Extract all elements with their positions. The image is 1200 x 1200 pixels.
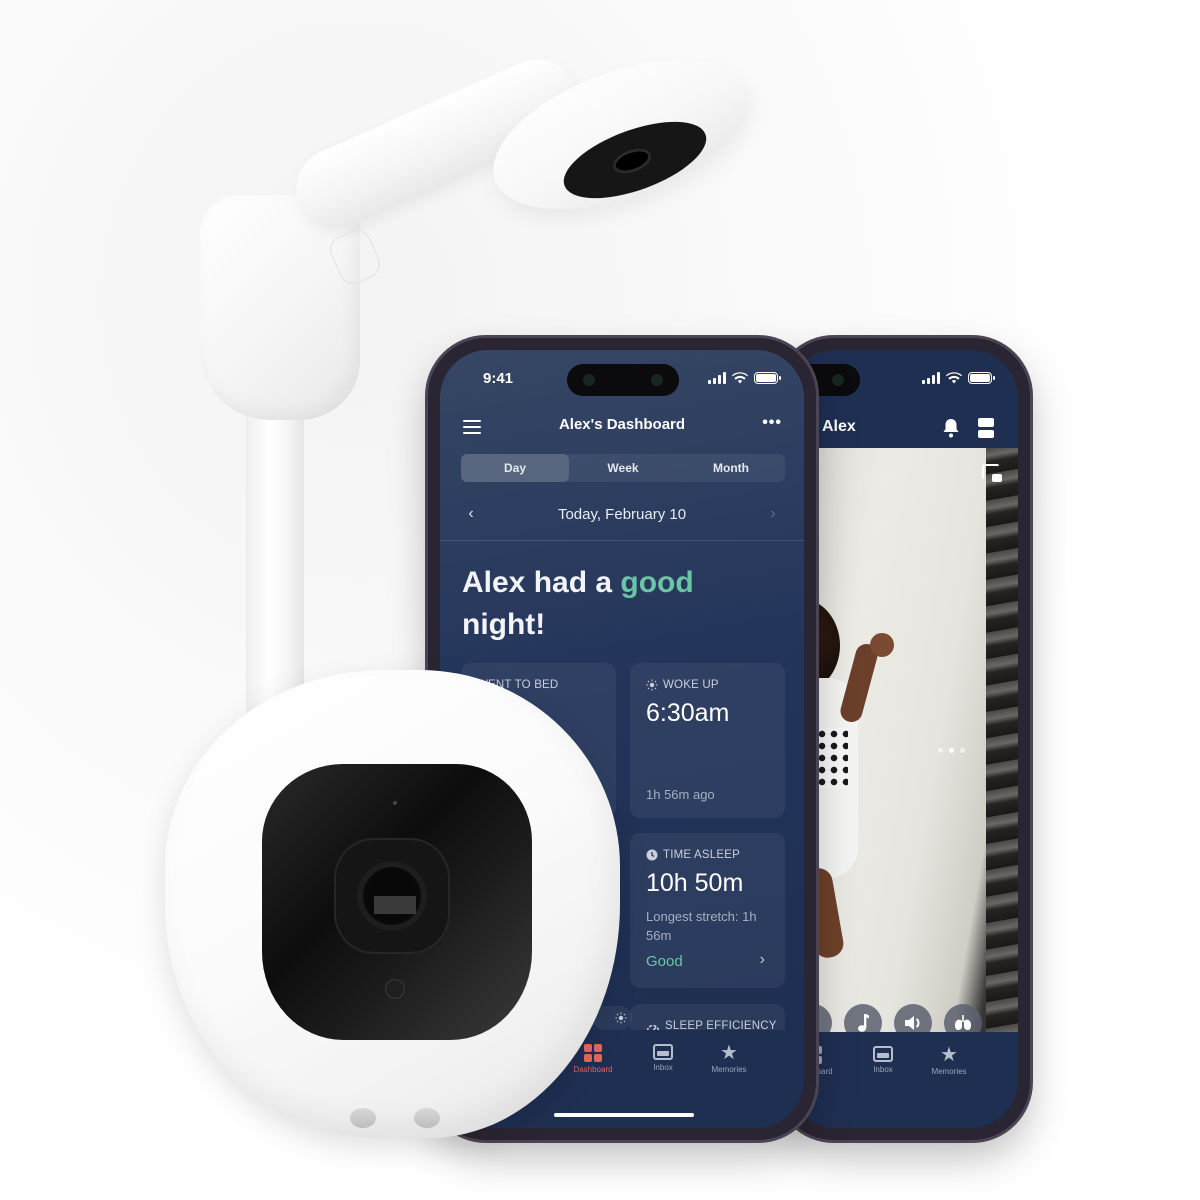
signal-icon bbox=[708, 372, 726, 384]
woke-up-ago: 1h 56m ago bbox=[646, 787, 715, 802]
battery-icon bbox=[754, 372, 781, 384]
longest-stretch: Longest stretch: 1h 56m bbox=[646, 909, 757, 943]
status-time: 9:41 bbox=[483, 370, 514, 387]
child-name: Alex bbox=[822, 418, 856, 435]
tab-memories[interactable]: ★ Memories bbox=[914, 1044, 984, 1076]
time-asleep-status: Good bbox=[646, 953, 683, 970]
picture-in-picture-icon[interactable] bbox=[982, 464, 1002, 482]
star-icon: ★ bbox=[720, 1042, 738, 1064]
layout-icon[interactable] bbox=[978, 418, 994, 438]
more-horizontal-icon[interactable]: ••• bbox=[762, 414, 782, 432]
sun-icon bbox=[615, 1012, 627, 1024]
tab-inbox[interactable]: Inbox bbox=[628, 1044, 698, 1072]
tab-memories[interactable]: ★ Memories bbox=[694, 1042, 764, 1074]
tab-month[interactable]: Month bbox=[677, 454, 785, 482]
battery-icon bbox=[968, 372, 995, 384]
wifi-icon bbox=[946, 372, 962, 384]
lens-reflection bbox=[374, 896, 416, 914]
summary-rating: good bbox=[620, 566, 694, 599]
dynamic-island bbox=[567, 364, 679, 396]
camera-feet bbox=[350, 1108, 440, 1130]
microphone-hole bbox=[393, 801, 397, 805]
time-asleep-value: 10h 50m bbox=[646, 869, 744, 897]
page-title: Alex's Dashboard bbox=[558, 416, 686, 433]
chevron-left-icon[interactable]: ‹ bbox=[461, 505, 481, 523]
music-note-icon[interactable] bbox=[844, 1004, 882, 1032]
live-video-feed[interactable]: % bbox=[788, 448, 1018, 1032]
divider bbox=[440, 540, 804, 541]
tab-day[interactable]: Day bbox=[461, 454, 569, 482]
live-header: Alex bbox=[788, 350, 1018, 448]
status-led bbox=[386, 980, 404, 998]
live-controls bbox=[794, 1004, 982, 1032]
inbox-icon bbox=[653, 1044, 673, 1060]
period-segmented-control: Day Week Month bbox=[461, 454, 785, 482]
woke-up-time: 6:30am bbox=[646, 699, 730, 727]
chevron-right-icon[interactable]: › bbox=[763, 505, 783, 523]
tab-bar: Dashboard Inbox ★ Memories bbox=[788, 1032, 1018, 1128]
tab-week[interactable]: Week bbox=[569, 454, 677, 482]
mount-stand bbox=[246, 400, 304, 730]
speaker-icon[interactable] bbox=[894, 1004, 932, 1032]
page-indicator bbox=[938, 748, 965, 753]
status-icons bbox=[922, 372, 995, 384]
tab-inbox[interactable]: Inbox bbox=[848, 1046, 918, 1074]
card-woke-up[interactable]: WOKE UP 6:30am 1h 56m ago bbox=[630, 663, 785, 818]
home-indicator bbox=[554, 1113, 694, 1117]
card-time-asleep[interactable]: TIME ASLEEP 10h 50m Longest stretch: 1h … bbox=[630, 833, 785, 988]
signal-icon bbox=[922, 372, 940, 384]
bell-icon[interactable] bbox=[942, 418, 960, 438]
lungs-icon[interactable] bbox=[944, 1004, 982, 1032]
sun-icon bbox=[646, 679, 658, 691]
date-navigator: ‹ Today, February 10 › bbox=[461, 502, 783, 526]
grid-icon bbox=[584, 1044, 602, 1062]
clock-icon bbox=[646, 849, 658, 861]
crib-rails bbox=[986, 448, 1018, 1032]
wifi-icon bbox=[732, 372, 748, 384]
phone-screen: Alex % bbox=[788, 350, 1018, 1128]
date-label: Today, February 10 bbox=[557, 505, 687, 523]
chevron-right-icon[interactable]: › bbox=[760, 951, 765, 969]
star-icon: ★ bbox=[940, 1044, 958, 1066]
sleep-summary-headline: Alex had a good night! bbox=[462, 566, 694, 641]
inbox-icon bbox=[873, 1046, 893, 1062]
status-icons bbox=[708, 372, 781, 384]
